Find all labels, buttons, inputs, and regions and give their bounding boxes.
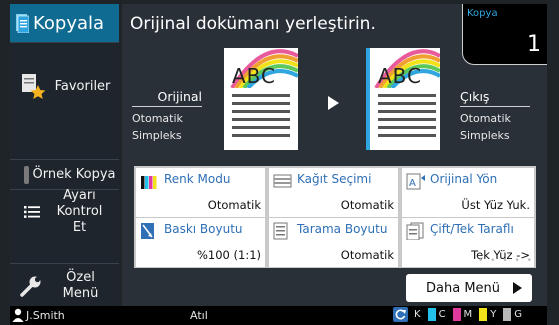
- text-lines: [232, 94, 290, 142]
- user-info: J.Smith: [12, 308, 65, 322]
- tile-title: Kağıt Seçimi: [297, 172, 372, 186]
- machine-status: Atıl: [190, 309, 208, 322]
- tile-paper-selection[interactable]: Kağıt Seçimi Otomatik: [269, 168, 398, 217]
- toner-g-label: G: [514, 309, 523, 320]
- output-document-preview: ABC: [366, 48, 440, 150]
- sidebar-title-label: Kopyala: [33, 12, 105, 34]
- duplex-icon: [406, 222, 424, 240]
- tile-title: Renk Modu: [164, 172, 231, 186]
- copy-screen: Kopyala Favoriler Örnek Kopya Ayarı Kont…: [0, 0, 559, 325]
- tile-title: Tarama Boyutu: [297, 222, 388, 236]
- chevron-right-icon: [513, 282, 522, 294]
- output-heading: Çıkış: [460, 88, 530, 107]
- original-line1: Otomatik: [132, 112, 183, 125]
- sidebar-item-label: Favoriler: [54, 79, 111, 94]
- favorites-star-icon: [22, 74, 46, 99]
- toner-k-label: K: [414, 309, 421, 320]
- more-menu-label: Daha Menü: [426, 280, 501, 296]
- output-line1: Otomatik: [460, 112, 511, 125]
- sidebar-item-label: Özel Menü: [62, 269, 99, 301]
- original-heading: Orijinal: [132, 88, 202, 107]
- copy-count-box[interactable]: Kopya 1: [462, 4, 547, 65]
- refresh-icon[interactable]: [393, 307, 408, 322]
- status-bar: J.Smith Atıl K C M Y G: [10, 306, 547, 325]
- sidebar-title: Kopyala: [10, 4, 119, 42]
- orientation-icon: A: [406, 173, 425, 190]
- copy-count-label: Kopya: [467, 8, 498, 19]
- sidebar-item-label: Örnek Kopya: [32, 167, 116, 182]
- color-mode-icon: [141, 176, 157, 189]
- more-menu-button[interactable]: Daha Menü: [406, 274, 532, 302]
- wrench-icon: [20, 276, 41, 297]
- tile-value: Otomatik: [340, 198, 394, 212]
- play-arrow-icon: [328, 96, 339, 110]
- tile-value: %100 (1:1): [196, 248, 261, 262]
- toner-c-swatch: [427, 308, 436, 321]
- tile-original-orientation[interactable]: A Orijinal Yön Üst Yüz Yuk.: [402, 168, 534, 217]
- tile-value: Otomatik: [207, 198, 261, 212]
- copy-count-value: 1: [527, 32, 541, 57]
- user-name: J.Smith: [26, 308, 65, 322]
- sidebar-item-custom-menu[interactable]: Özel Menü: [10, 263, 119, 307]
- tile-title: Orijinal Yön: [430, 172, 498, 186]
- settings-grid: Renk Modu Otomatik Kağıt Seçimi Otomatik…: [134, 166, 536, 268]
- original-settings: Orijinal Otomatik Simpleks: [132, 88, 202, 144]
- toner-g-swatch: [503, 308, 512, 321]
- toner-c-label: C: [438, 309, 446, 320]
- instruction-text: Orijinal dokümanı yerleştirin.: [130, 14, 376, 34]
- tile-title: Baskı Boyutu: [164, 222, 243, 236]
- tile-value: Üst Yüz Yuk.: [461, 198, 530, 212]
- toner-m-label: M: [463, 309, 473, 320]
- original-document-preview: ABC: [224, 48, 298, 150]
- document-sample-text: ABC: [378, 64, 423, 88]
- pager-dots: • • • • •: [478, 256, 534, 266]
- sidebar-item-sample-copy[interactable]: Örnek Kopya: [10, 159, 119, 190]
- sidebar-item-check-settings[interactable]: Ayarı Kontrol Et: [10, 188, 119, 235]
- tile-color-mode[interactable]: Renk Modu Otomatik: [136, 168, 265, 217]
- tile-value: Otomatik: [340, 248, 394, 262]
- toner-m-swatch: [452, 308, 461, 321]
- main-panel: Orijinal dokümanı yerleştirin. Kopya 1 O…: [122, 4, 547, 306]
- output-settings: Çıkış Otomatik Simpleks: [460, 88, 530, 144]
- sidebar-item-favorites[interactable]: Favoriler: [10, 42, 119, 131]
- sidebar: Kopyala Favoriler Örnek Kopya Ayarı Kont…: [10, 4, 119, 306]
- tile-print-size[interactable]: Baskı Boyutu %100 (1:1): [136, 218, 265, 267]
- toner-levels: K C M Y G: [393, 307, 526, 322]
- text-lines: [378, 94, 436, 142]
- toner-y-label: Y: [490, 309, 497, 320]
- document-icon: [16, 13, 29, 33]
- svg-text:A: A: [409, 178, 416, 189]
- tile-scan-size[interactable]: Tarama Boyutu Otomatik: [269, 218, 398, 267]
- output-line2: Simpleks: [460, 129, 510, 142]
- sidebar-item-label: Ayarı Kontrol Et: [56, 188, 103, 235]
- list-icon: [24, 206, 40, 218]
- original-line2: Simpleks: [132, 129, 182, 142]
- paper-tray-icon: [273, 174, 292, 188]
- print-size-icon: [141, 223, 154, 239]
- scan-size-icon: [273, 222, 288, 240]
- document-sample-text: ABC: [232, 64, 277, 88]
- toner-y-swatch: [479, 308, 488, 321]
- user-icon: [12, 308, 24, 322]
- tile-title: Çift/Tek Taraflı: [430, 222, 514, 236]
